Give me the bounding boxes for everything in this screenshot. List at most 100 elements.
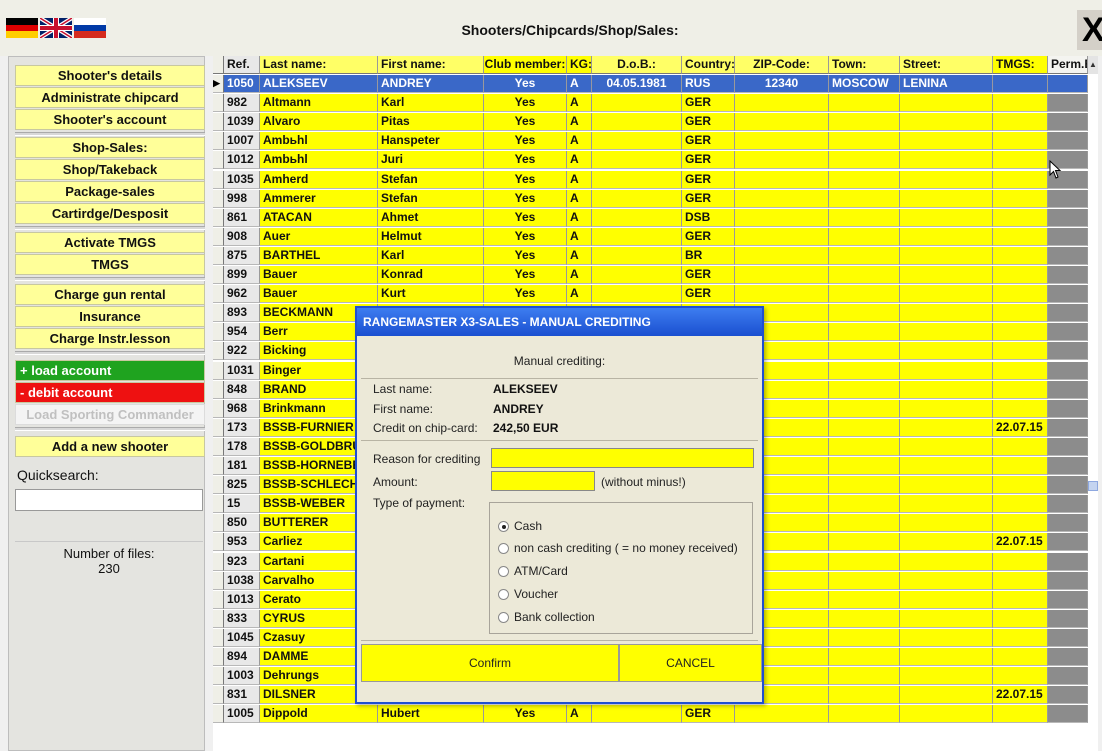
table-row[interactable]: 1005 Dippold Hubert Yes A GER <box>213 705 1088 724</box>
charge-gun-rental-button[interactable]: Charge gun rental <box>15 284 205 305</box>
cell-town <box>829 151 900 170</box>
radio-non-cash[interactable]: non cash crediting ( = no money received… <box>498 541 738 555</box>
load-account-button[interactable]: + load account <box>15 360 205 381</box>
add-new-shooter-button[interactable]: Add a new shooter <box>15 436 205 457</box>
row-selector[interactable] <box>213 380 224 399</box>
shooters-details-button[interactable]: Shooter's details <box>15 65 205 86</box>
row-selector[interactable] <box>213 476 224 495</box>
cell-dob <box>592 208 682 227</box>
cell-town <box>829 380 900 399</box>
column-header-ref[interactable]: Ref. <box>224 56 260 74</box>
reason-input[interactable] <box>491 448 754 468</box>
uk-flag-icon[interactable] <box>40 18 72 38</box>
column-header-dob[interactable]: D.o.B.: <box>592 56 682 74</box>
table-row[interactable]: 962 Bauer Kurt Yes A GER <box>213 285 1088 304</box>
table-row[interactable]: 861 ATACAN Ahmet Yes A DSB <box>213 208 1088 227</box>
radio-cash[interactable]: Cash <box>498 519 542 533</box>
row-selector[interactable] <box>213 170 224 189</box>
load-sporting-commander-button[interactable]: Load Sporting Commander <box>15 404 205 425</box>
scroll-up-arrow-icon[interactable]: ▲ <box>1088 56 1098 74</box>
column-header-perm[interactable]: Perm.E <box>1048 56 1088 74</box>
row-selector[interactable] <box>213 667 224 686</box>
column-header-last-name[interactable]: Last name: <box>260 56 378 74</box>
table-row[interactable]: 982 Altmann Karl Yes A GER <box>213 94 1088 113</box>
column-header-country[interactable]: Country: <box>682 56 735 74</box>
table-row[interactable]: 1035 Amherd Stefan Yes A GER <box>213 170 1088 189</box>
row-selector[interactable] <box>213 189 224 208</box>
table-row[interactable]: 908 Auer Helmut Yes A GER <box>213 227 1088 246</box>
column-header-tmgs[interactable]: TMGS: <box>993 56 1048 74</box>
row-selector[interactable] <box>213 285 224 304</box>
row-selector[interactable] <box>213 304 224 323</box>
radio-bank-collection-label: Bank collection <box>514 610 595 624</box>
row-selector[interactable] <box>213 246 224 265</box>
column-header-street[interactable]: Street: <box>900 56 993 74</box>
row-pointer-icon[interactable]: ▶ <box>213 75 224 93</box>
row-selector[interactable] <box>213 552 224 571</box>
table-row[interactable]: 998 Ammerer Stefan Yes A GER <box>213 189 1088 208</box>
cell-ref: 181 <box>224 457 260 475</box>
quicksearch-input[interactable] <box>15 489 203 511</box>
cell-ref: 1013 <box>224 590 260 609</box>
row-selector[interactable] <box>213 323 224 342</box>
row-selector[interactable] <box>213 705 224 724</box>
row-selector[interactable] <box>213 227 224 246</box>
row-selector[interactable] <box>213 457 224 475</box>
cell-zip <box>735 189 829 208</box>
column-header-zip[interactable]: ZIP-Code: <box>735 56 829 74</box>
charge-instr-lesson-button[interactable]: Charge Instr.lesson <box>15 328 205 349</box>
row-selector[interactable] <box>213 648 224 666</box>
cancel-button[interactable]: CANCEL <box>619 644 762 682</box>
column-header-first-name[interactable]: First name: <box>378 56 484 74</box>
radio-voucher[interactable]: Voucher <box>498 587 558 601</box>
row-selector[interactable] <box>213 609 224 628</box>
confirm-button[interactable]: Confirm <box>361 644 619 682</box>
insurance-button[interactable]: Insurance <box>15 306 205 327</box>
row-selector[interactable] <box>213 208 224 227</box>
debit-account-button[interactable]: - debit account <box>15 382 205 403</box>
row-selector[interactable] <box>213 94 224 113</box>
app-window: Shooters/Chipcards/Shop/Sales: X Shooter… <box>0 0 1102 751</box>
table-row[interactable]: 899 Bauer Konrad Yes A GER <box>213 266 1088 284</box>
column-header-club-member[interactable]: Club member: <box>484 56 567 74</box>
row-selector[interactable] <box>213 533 224 552</box>
cartridge-deposit-button[interactable]: Cartirdge/Desposit <box>15 203 205 224</box>
row-selector[interactable] <box>213 113 224 132</box>
row-selector[interactable] <box>213 361 224 380</box>
radio-atm-card[interactable]: ATM/Card <box>498 564 568 578</box>
cell-country: DSB <box>682 208 735 227</box>
row-selector[interactable] <box>213 342 224 361</box>
shop-takeback-button[interactable]: Shop/Takeback <box>15 159 205 180</box>
row-selector[interactable] <box>213 590 224 609</box>
package-sales-button[interactable]: Package-sales <box>15 181 205 202</box>
row-selector[interactable] <box>213 437 224 456</box>
row-selector[interactable] <box>213 495 224 514</box>
administrate-chipcard-button[interactable]: Administrate chipcard <box>15 87 205 108</box>
row-selector[interactable] <box>213 628 224 647</box>
row-selector[interactable] <box>213 399 224 418</box>
column-header-town[interactable]: Town: <box>829 56 900 74</box>
german-flag-icon[interactable] <box>6 18 38 38</box>
row-selector[interactable] <box>213 571 224 590</box>
shop-sales-button[interactable]: Shop-Sales: <box>15 137 205 158</box>
radio-bank-collection[interactable]: Bank collection <box>498 610 595 624</box>
activate-tmgs-button[interactable]: Activate TMGS <box>15 232 205 253</box>
table-row[interactable]: 1039 Alvaro Pitas Yes A GER <box>213 113 1088 132</box>
scrollbar-thumb[interactable] <box>1088 481 1098 491</box>
shooters-account-button[interactable]: Shooter's account <box>15 109 205 130</box>
row-selector[interactable] <box>213 266 224 284</box>
table-row[interactable]: ▶ 1050 ALEKSEEV ANDREY Yes A 04.05.1981 RUS 1234… <box>213 75 1088 93</box>
close-button[interactable]: X <box>1077 10 1102 50</box>
table-row[interactable]: 875 BARTHEL Karl Yes A BR <box>213 246 1088 265</box>
column-header-kg[interactable]: KG: <box>567 56 592 74</box>
russian-flag-icon[interactable] <box>74 18 106 38</box>
row-selector[interactable] <box>213 418 224 437</box>
amount-input[interactable] <box>491 471 595 491</box>
row-selector[interactable] <box>213 686 224 705</box>
row-selector[interactable] <box>213 514 224 533</box>
table-row[interactable]: 1012 Ambьhl Juri Yes A GER <box>213 151 1088 170</box>
table-row[interactable]: 1007 Ambьhl Hanspeter Yes A GER <box>213 132 1088 151</box>
row-selector[interactable] <box>213 151 224 170</box>
tmgs-button[interactable]: TMGS <box>15 254 205 275</box>
row-selector[interactable] <box>213 132 224 151</box>
